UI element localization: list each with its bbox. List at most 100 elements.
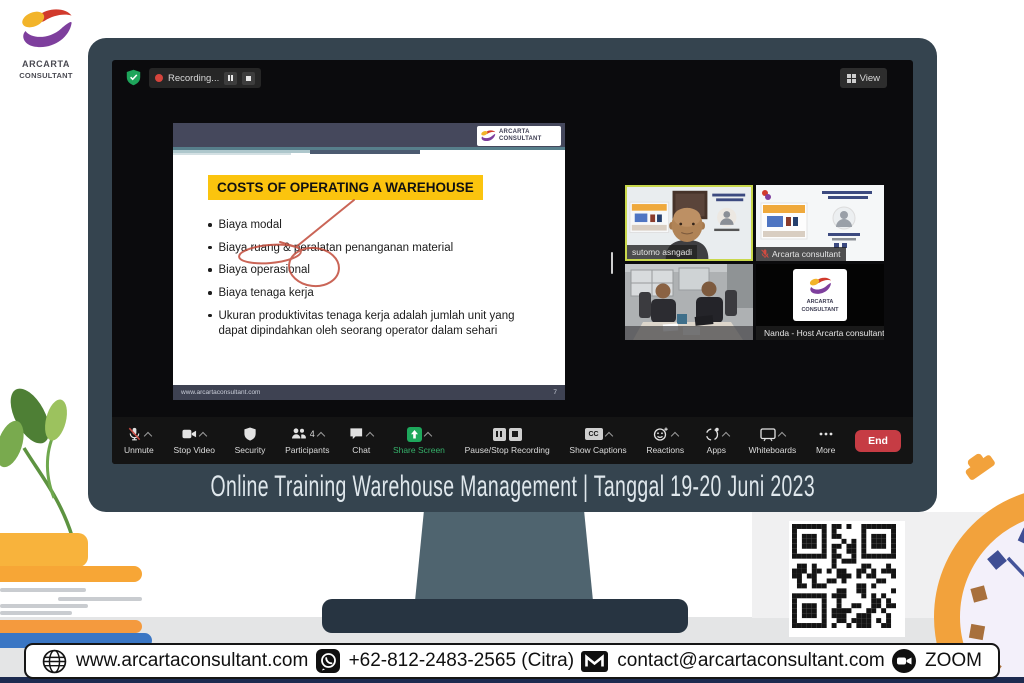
- video-tile[interactable]: [625, 264, 753, 340]
- toolbar-participants-button[interactable]: 4 Participants: [285, 426, 329, 455]
- chevron-up-icon[interactable]: [722, 431, 730, 439]
- contact-bar: www.arcartaconsultant.com +62-812-2483-2…: [24, 643, 1000, 679]
- shared-presentation-slide: ARCARTA CONSULTANT COSTS OF OPERATING A …: [173, 123, 565, 400]
- video-tile-active-speaker[interactable]: sutomo asngadi: [625, 185, 753, 261]
- toolbar-pause-stop-recording-button[interactable]: Pause/Stop Recording: [465, 426, 550, 455]
- chat-bubble-icon: [349, 426, 364, 442]
- email-icon: [581, 651, 608, 672]
- training-caption: Online Training Warehouse Management | T…: [210, 469, 814, 503]
- phone-contact: +62-812-2483-2565 (Citra): [316, 649, 575, 673]
- phone-text: +62-812-2483-2565 (Citra): [349, 650, 575, 672]
- participant-name-label: sutomo asngadi: [627, 245, 697, 259]
- mic-muted-icon: [127, 426, 142, 442]
- chevron-up-icon[interactable]: [670, 431, 678, 439]
- pause-recording-button[interactable]: [224, 72, 237, 85]
- toolbar-apps-button[interactable]: Apps: [704, 426, 729, 455]
- panel-divider-handle[interactable]: [611, 252, 613, 274]
- recording-label: Recording...: [168, 73, 219, 84]
- bullet-item: Biaya tenaga kerja: [219, 286, 314, 301]
- chevron-up-icon[interactable]: [604, 431, 612, 439]
- chevron-up-icon[interactable]: [424, 431, 432, 439]
- smiley-reactions-icon: [653, 426, 669, 442]
- participant-video-grid: sutomo asngadi: [625, 185, 884, 340]
- toolbar-whiteboards-button[interactable]: Whiteboards: [749, 426, 797, 455]
- chevron-up-icon[interactable]: [199, 431, 207, 439]
- email-contact: contact@arcartaconsultant.com: [581, 650, 884, 672]
- zoom-camera-icon: [892, 649, 916, 673]
- toolbar-security-button[interactable]: Security: [235, 426, 266, 455]
- participants-icon: [291, 426, 307, 442]
- slide-logo-subtitle: CONSULTANT: [499, 136, 541, 143]
- chevron-up-icon[interactable]: [778, 431, 786, 439]
- slide-footer: www.arcartaconsultant.com 7: [173, 385, 565, 400]
- book-orange: [0, 620, 142, 633]
- monitor: Recording... View: [88, 38, 937, 512]
- toolbar-unmute-button[interactable]: Unmute: [124, 426, 154, 455]
- website-contact: www.arcartaconsultant.com: [42, 649, 308, 674]
- view-label: View: [860, 73, 880, 84]
- website-text: www.arcartaconsultant.com: [76, 650, 308, 672]
- monitor-stand-neck: [415, 511, 593, 601]
- brand-logo: ARCARTA CONSULTANT: [8, 8, 84, 80]
- slide-title: COSTS OF OPERATING A WAREHOUSE: [208, 175, 483, 200]
- pause-icon[interactable]: [493, 428, 506, 441]
- platform-text: ZOOM: [925, 650, 982, 672]
- monitor-caption-bar: Online Training Warehouse Management | T…: [88, 466, 937, 506]
- chevron-up-icon[interactable]: [144, 431, 152, 439]
- view-button[interactable]: View: [840, 68, 887, 88]
- toolbar-reactions-button[interactable]: Reactions: [646, 426, 684, 455]
- participant-video: [625, 264, 753, 340]
- toolbar-share-screen-button[interactable]: Share Screen: [393, 426, 445, 455]
- video-tile-host[interactable]: ARCARTA CONSULTANT Nanda - Host Arcarta …: [756, 264, 884, 340]
- paper-line: [0, 588, 86, 592]
- participant-name-label: Arcarta consultant: [756, 247, 846, 261]
- email-text: contact@arcartaconsultant.com: [617, 650, 884, 672]
- video-tile[interactable]: Arcarta consultant: [756, 185, 884, 261]
- slide-footer-url: www.arcartaconsultant.com: [181, 389, 260, 396]
- brand-title: ARCARTA: [8, 59, 84, 69]
- toolbar-chat-button[interactable]: Chat: [349, 426, 373, 455]
- muted-mic-icon: [761, 249, 769, 259]
- zoom-toolbar: Unmute Stop Video: [112, 417, 913, 464]
- toolbar-stop-video-button[interactable]: Stop Video: [173, 426, 214, 455]
- toolbar-more-button[interactable]: More: [816, 426, 835, 455]
- apps-icon: [704, 426, 720, 442]
- participant-name-label: Nanda - Host Arcarta consultant: [756, 326, 884, 340]
- qr-code: [789, 521, 905, 637]
- whatsapp-icon: [316, 649, 340, 673]
- recording-indicator: Recording...: [149, 68, 261, 88]
- arcarta-logo-icon: [17, 8, 75, 54]
- globe-icon: [42, 649, 67, 674]
- chevron-up-icon[interactable]: [317, 431, 325, 439]
- bullet-item: Biaya operasional: [219, 263, 310, 278]
- more-dots-icon: [818, 426, 834, 442]
- arcarta-logo-icon: [808, 277, 832, 297]
- slide-bullet-list: Biaya modal Biaya ruang & peralatan pena…: [208, 218, 540, 346]
- cc-icon: CC: [585, 428, 603, 440]
- arcarta-logo-card: ARCARTA CONSULTANT: [793, 269, 847, 321]
- recording-dot-icon: [155, 74, 163, 82]
- slide-logo: ARCARTA CONSULTANT: [477, 126, 561, 146]
- stop-recording-button[interactable]: [242, 72, 255, 85]
- shield-icon: [243, 426, 258, 442]
- stop-icon[interactable]: [509, 428, 522, 441]
- chevron-up-icon[interactable]: [366, 431, 374, 439]
- whiteboard-icon: [760, 426, 776, 442]
- paper-line: [58, 597, 142, 601]
- toolbar-show-captions-button[interactable]: CC Show Captions: [569, 426, 626, 455]
- slide-logo-title: ARCARTA: [499, 129, 541, 136]
- meeting-secure-shield-icon: [126, 69, 141, 86]
- arcarta-logo-icon: [480, 130, 496, 143]
- paper-line: [0, 611, 72, 615]
- paper-line: [0, 604, 88, 608]
- bullet-item: Biaya ruang & peralatan penanganan mater…: [219, 241, 454, 256]
- platform-contact: ZOOM: [892, 649, 982, 673]
- grid-view-icon: [847, 74, 856, 83]
- bullet-item: Ukuran produktivitas tenaga kerja adalah…: [219, 309, 541, 338]
- share-screen-icon: [407, 427, 422, 442]
- promo-poster: ARCARTA CONSULTANT: [0, 0, 1024, 683]
- participant-count: 4: [310, 429, 315, 439]
- end-meeting-button[interactable]: End: [855, 430, 901, 452]
- brand-subtitle: CONSULTANT: [8, 71, 84, 80]
- slide-page-number: 7: [553, 389, 557, 396]
